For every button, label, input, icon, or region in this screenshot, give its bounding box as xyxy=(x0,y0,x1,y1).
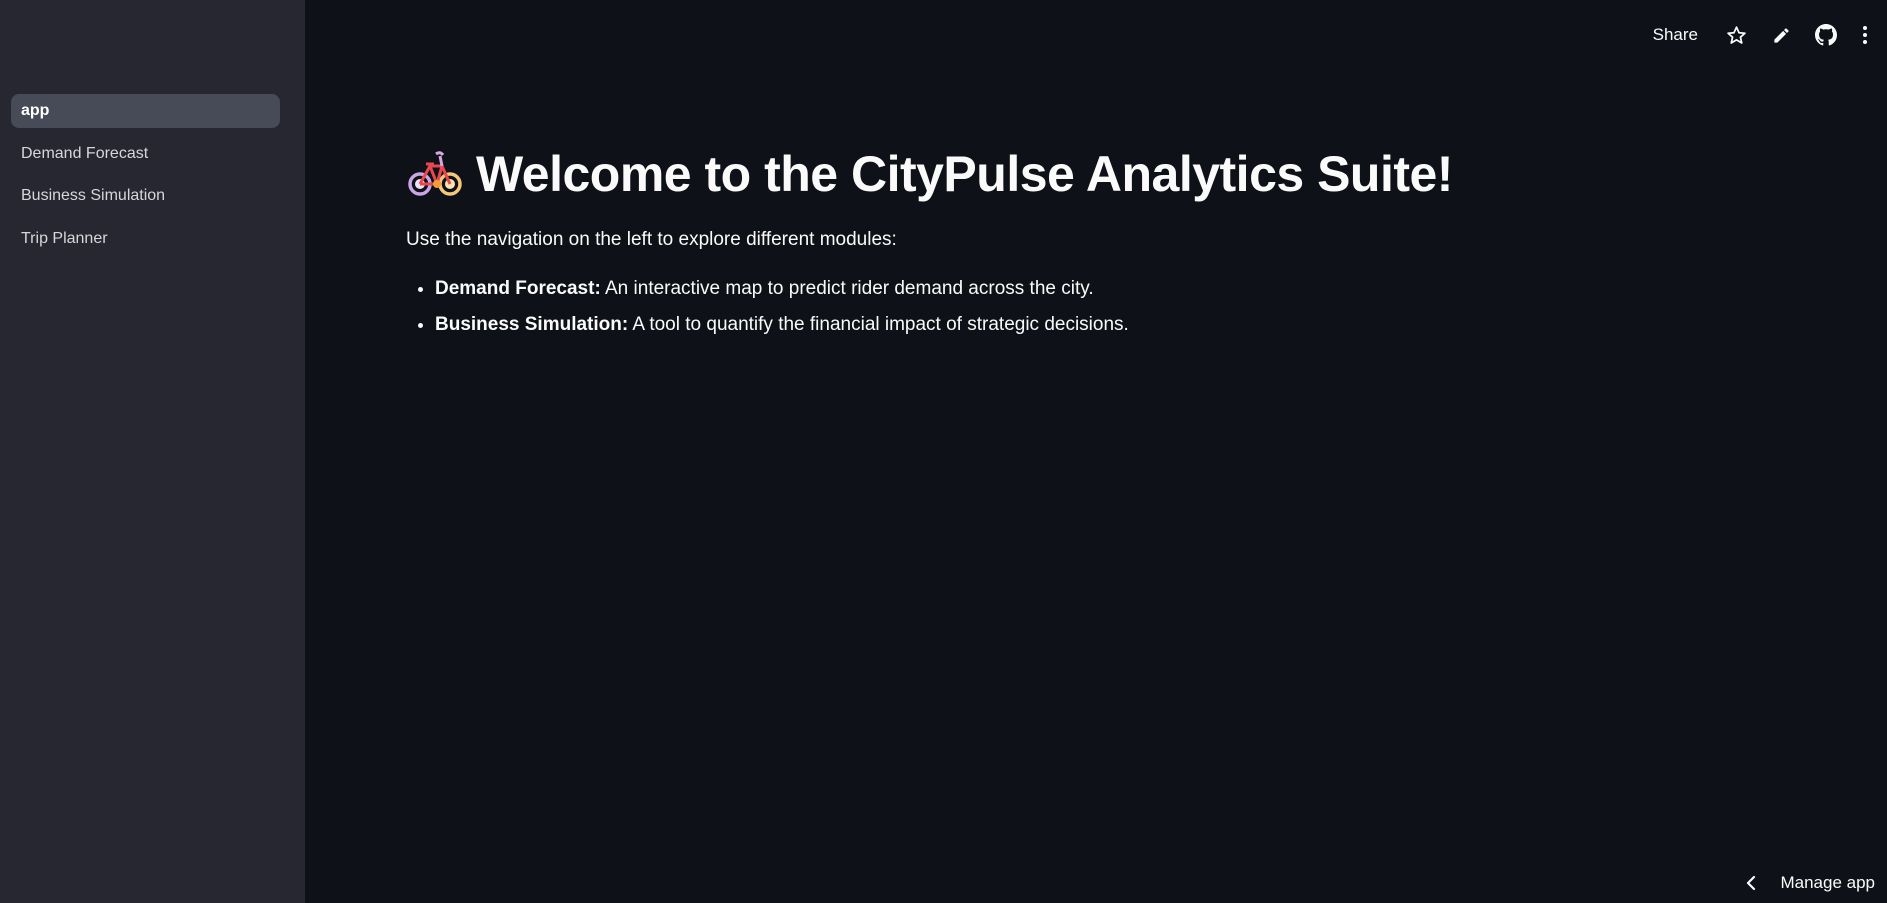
manage-app-label: Manage app xyxy=(1780,873,1875,892)
star-icon[interactable] xyxy=(1724,23,1748,47)
chevron-left-icon xyxy=(1747,875,1756,891)
module-list: Demand Forecast: An interactive map to p… xyxy=(406,277,1806,349)
intro-text: Use the navigation on the left to explor… xyxy=(406,229,897,250)
sidebar-item-trip-planner[interactable]: Trip Planner xyxy=(11,222,280,256)
main-content: Share Welcome to the CityPulse Analytics… xyxy=(305,0,1887,903)
module-description: An interactive map to predict rider dema… xyxy=(600,278,1094,299)
manage-app-button[interactable]: Manage app xyxy=(1744,873,1875,893)
module-name: Demand Forecast: xyxy=(435,278,601,299)
list-item: Business Simulation: A tool to quantify … xyxy=(435,313,1806,349)
pencil-icon[interactable] xyxy=(1769,23,1793,47)
sidebar-item-demand-forecast[interactable]: Demand Forecast xyxy=(11,137,280,171)
welcome-section: Welcome to the CityPulse Analytics Suite… xyxy=(406,143,1806,349)
bicycle-emoji-icon xyxy=(408,151,462,196)
top-toolbar: Share xyxy=(1653,20,1887,50)
sidebar: app Demand Forecast Business Simulation … xyxy=(0,0,305,903)
app-window: app Demand Forecast Business Simulation … xyxy=(0,0,1887,903)
github-icon[interactable] xyxy=(1814,23,1838,47)
module-description: A tool to quantify the financial impact … xyxy=(628,314,1129,335)
share-button[interactable]: Share xyxy=(1653,25,1698,45)
list-item: Demand Forecast: An interactive map to p… xyxy=(435,277,1806,313)
module-name: Business Simulation: xyxy=(435,314,629,335)
more-vertical-icon[interactable] xyxy=(1859,23,1871,47)
sidebar-nav: app Demand Forecast Business Simulation … xyxy=(11,94,280,264)
page-title: Welcome to the CityPulse Analytics Suite… xyxy=(476,146,1453,202)
title-row: Welcome to the CityPulse Analytics Suite… xyxy=(406,143,1806,205)
sidebar-item-business-simulation[interactable]: Business Simulation xyxy=(11,179,280,213)
sidebar-item-app[interactable]: app xyxy=(11,94,280,128)
